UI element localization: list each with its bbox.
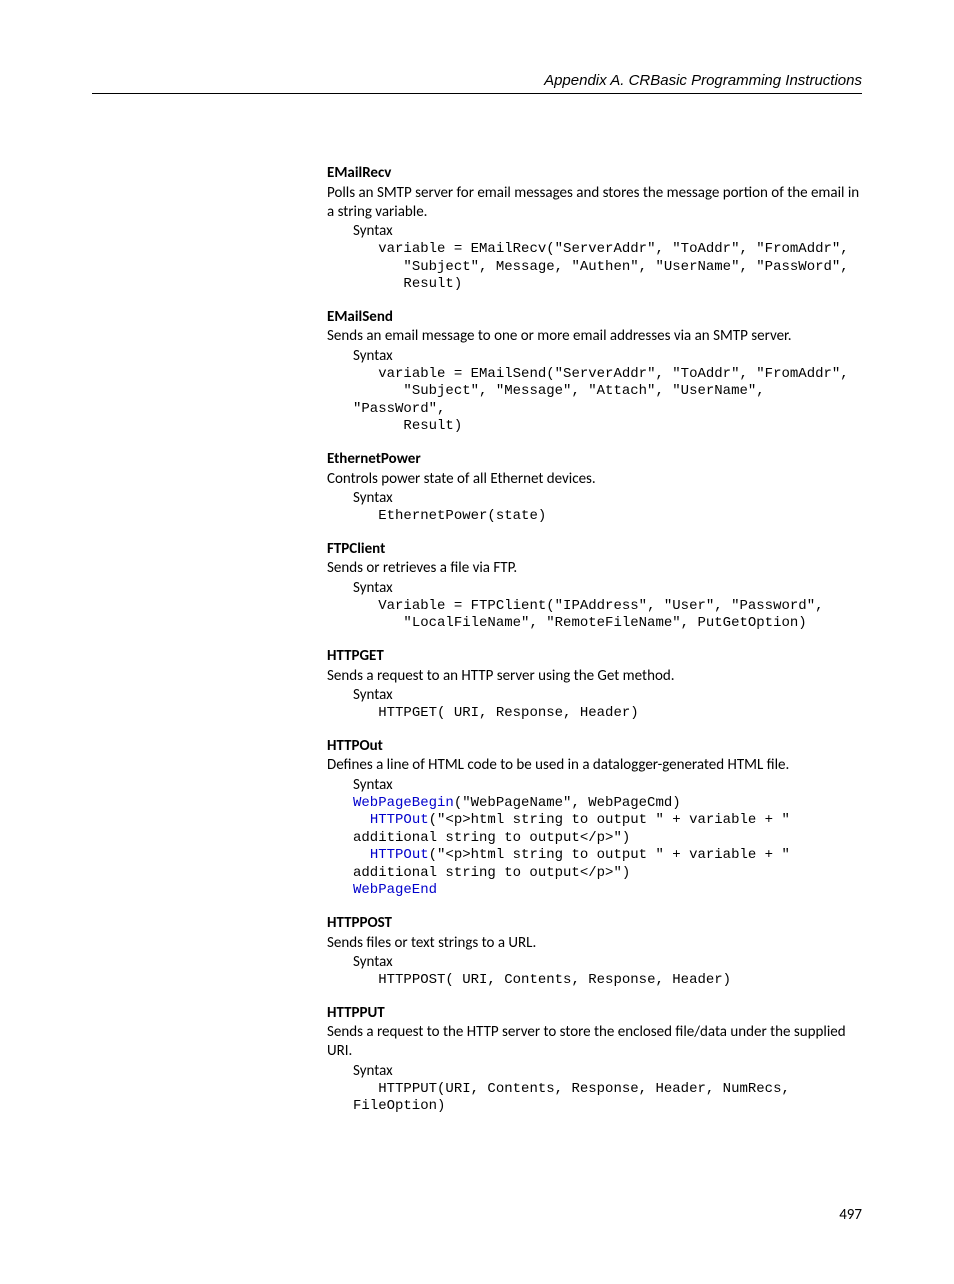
keyword: WebPageEnd — [353, 882, 437, 898]
entry: EthernetPowerControls power state of all… — [327, 450, 862, 526]
code-block: Variable = FTPClient("IPAddress", "User"… — [353, 598, 862, 633]
entry-title: EthernetPower — [327, 450, 862, 469]
entry-description: Polls an SMTP server for email messages … — [327, 184, 862, 222]
syntax-label: Syntax — [353, 347, 862, 366]
keyword: HTTPOut — [370, 812, 429, 828]
keyword: WebPageBegin — [353, 795, 454, 811]
entry-description: Sends files or text strings to a URL. — [327, 934, 862, 953]
entry-title: HTTPOut — [327, 737, 862, 756]
entry-description: Sends a request to an HTTP server using … — [327, 667, 862, 686]
keyword: HTTPOut — [370, 847, 429, 863]
syntax-label: Syntax — [353, 222, 862, 241]
entry: HTTPGETSends a request to an HTTP server… — [327, 647, 862, 723]
syntax-label: Syntax — [353, 489, 862, 508]
entry-title: HTTPPUT — [327, 1004, 862, 1023]
entry-description: Defines a line of HTML code to be used i… — [327, 756, 862, 775]
entry: HTTPOutDefines a line of HTML code to be… — [327, 737, 862, 900]
entry: FTPClientSends or retrieves a file via F… — [327, 540, 862, 633]
entry-title: EMailSend — [327, 308, 862, 327]
entry-description: Sends or retrieves a file via FTP. — [327, 559, 862, 578]
code-block: HTTPPOST( URI, Contents, Response, Heade… — [353, 972, 862, 990]
code-block: variable = EMailSend("ServerAddr", "ToAd… — [353, 366, 862, 436]
page-header: Appendix A. CRBasic Programming Instruct… — [92, 72, 862, 93]
syntax-label: Syntax — [353, 953, 862, 972]
code-block: EthernetPower(state) — [353, 508, 862, 526]
syntax-label: Syntax — [353, 1062, 862, 1081]
syntax-label: Syntax — [353, 579, 862, 598]
entry: HTTPPOSTSends files or text strings to a… — [327, 914, 862, 990]
code-block: WebPageBegin("WebPageName", WebPageCmd) … — [353, 795, 862, 900]
entry-description: Controls power state of all Ethernet dev… — [327, 470, 862, 489]
syntax-label: Syntax — [353, 686, 862, 705]
entry-title: HTTPPOST — [327, 914, 862, 933]
entry: HTTPPUTSends a request to the HTTP serve… — [327, 1004, 862, 1116]
code-block: HTTPPUT(URI, Contents, Response, Header,… — [353, 1081, 862, 1116]
entry-description: Sends a request to the HTTP server to st… — [327, 1023, 862, 1061]
entry-title: HTTPGET — [327, 647, 862, 666]
syntax-label: Syntax — [353, 776, 862, 795]
header-rule — [92, 93, 862, 94]
entry-title: EMailRecv — [327, 164, 862, 183]
entry-title: FTPClient — [327, 540, 862, 559]
entry-description: Sends an email message to one or more em… — [327, 327, 862, 346]
code-block: HTTPGET( URI, Response, Header) — [353, 705, 862, 723]
code-block: variable = EMailRecv("ServerAddr", "ToAd… — [353, 241, 862, 294]
entry: EMailRecvPolls an SMTP server for email … — [327, 164, 862, 294]
entry: EMailSendSends an email message to one o… — [327, 308, 862, 436]
content-area: EMailRecvPolls an SMTP server for email … — [327, 164, 862, 1116]
page-number: 497 — [92, 1206, 862, 1224]
